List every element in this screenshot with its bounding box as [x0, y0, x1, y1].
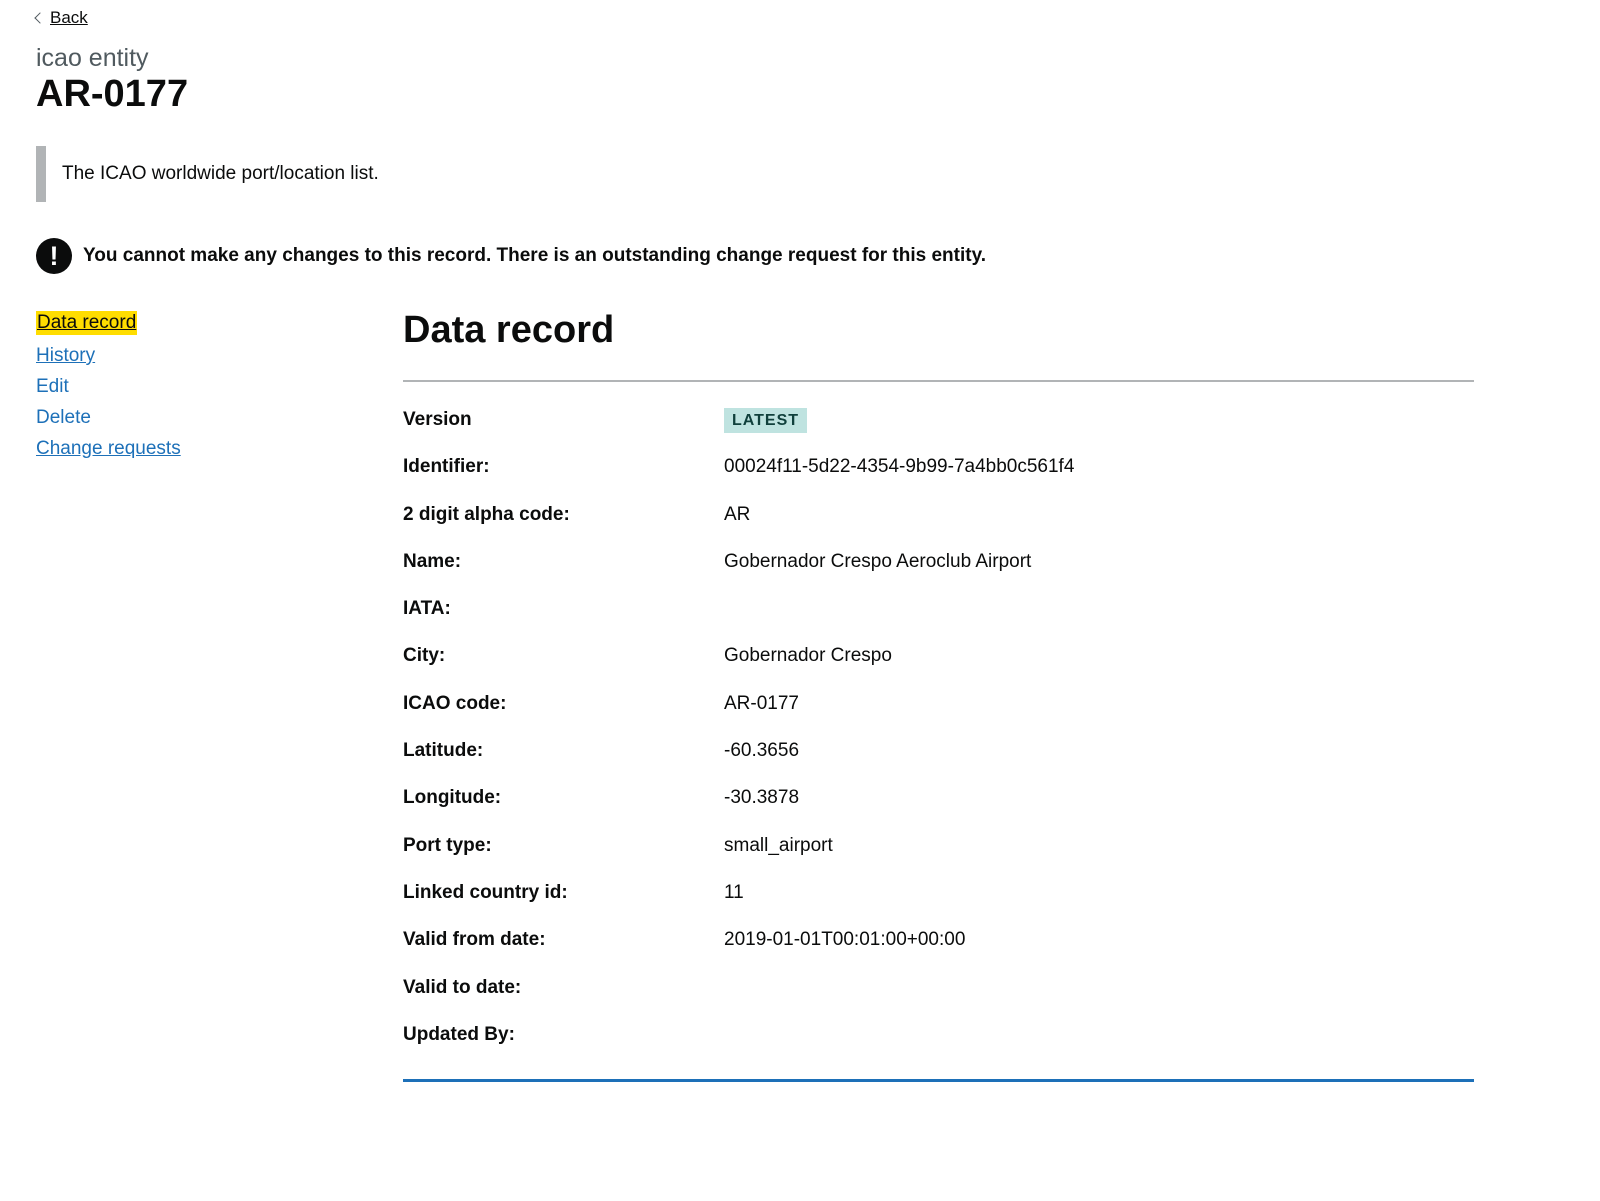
summary-value: -60.3656 — [724, 740, 800, 762]
section-heading: Data record — [403, 309, 615, 351]
summary-value — [724, 598, 1474, 645]
summary-key: Port type: — [403, 834, 492, 856]
chevron-left-icon — [34, 11, 46, 24]
summary-row: Updated By: — [403, 1024, 1474, 1071]
back-link[interactable]: Back — [34, 8, 88, 28]
version-row: Version LATEST — [403, 408, 1474, 456]
section-divider — [403, 380, 1474, 382]
summary-value: 11 — [724, 881, 744, 903]
summary-key: IATA: — [403, 598, 451, 620]
summary-row: Identifier: 00024f11-5d22-4354-9b99-7a4b… — [403, 456, 1474, 503]
summary-value: -30.3878 — [724, 787, 800, 809]
inset-text-content: The ICAO worldwide port/location list. — [62, 163, 379, 184]
summary-key: Valid to date: — [403, 976, 522, 998]
sidebar-item-delete[interactable]: Delete — [36, 402, 91, 433]
summary-key: Longitude: — [403, 787, 502, 809]
version-label: Version — [403, 409, 472, 430]
sidebar-item-history[interactable]: History — [36, 340, 95, 371]
page-title: AR-0177 — [36, 73, 189, 115]
summary-value: 00024f11-5d22-4354-9b99-7a4bb0c561f4 — [724, 456, 1075, 478]
sidebar-item-change-requests[interactable]: Change requests — [36, 433, 181, 464]
data-record-section: Data record Version LATEST Identifier: 0… — [403, 305, 1474, 1083]
exclamation-icon: ! — [36, 238, 72, 274]
page-caption: icao entity — [36, 44, 149, 72]
summary-key: Latitude: — [403, 740, 484, 762]
summary-row: Longitude: -30.3878 — [403, 787, 1474, 834]
status-badge: LATEST — [724, 408, 808, 433]
summary-row: Latitude: -60.3656 — [403, 740, 1474, 787]
inset-text: The ICAO worldwide port/location list. — [36, 146, 379, 202]
summary-row: Valid to date: — [403, 977, 1474, 1024]
summary-key: City: — [403, 645, 446, 667]
summary-key: Identifier: — [403, 456, 490, 478]
summary-value: 2019-01-01T00:01:00+00:00 — [724, 929, 966, 951]
summary-row: City: Gobernador Crespo — [403, 645, 1474, 692]
summary-key: Updated By: — [403, 1023, 515, 1045]
summary-value: Gobernador Crespo — [724, 645, 892, 667]
summary-key: ICAO code: — [403, 692, 507, 714]
summary-row: Linked country id: 11 — [403, 882, 1474, 929]
summary-value — [724, 977, 1474, 1024]
summary-key: Valid from date: — [403, 929, 546, 951]
sidebar-item-data-record[interactable]: Data record — [36, 311, 138, 335]
summary-value: AR — [724, 503, 751, 525]
back-link-label: Back — [50, 8, 88, 27]
summary-value: small_airport — [724, 834, 833, 856]
summary-row: Port type: small_airport — [403, 835, 1474, 882]
summary-key: Linked country id: — [403, 881, 568, 903]
version-value: LATEST — [724, 408, 1474, 456]
summary-row: IATA: — [403, 598, 1474, 645]
page: Back icao entity AR-0177 The ICAO worldw… — [0, 0, 1600, 1201]
warning-message: You cannot make any changes to this reco… — [83, 245, 987, 266]
sidebar-nav: Data record History Edit Delete Change r… — [36, 309, 181, 464]
summary-value: AR-0177 — [724, 692, 799, 714]
summary-row: Valid from date: 2019-01-01T00:01:00+00:… — [403, 929, 1474, 976]
summary-row: Name: Gobernador Crespo Aeroclub Airport — [403, 551, 1474, 598]
summary-key: 2 digit alpha code: — [403, 503, 570, 525]
section-bottom-border — [403, 1079, 1474, 1083]
warning-text: ! You cannot make any changes to this re… — [36, 238, 986, 274]
summary-key: Name: — [403, 550, 462, 572]
summary-value: Gobernador Crespo Aeroclub Airport — [724, 550, 1032, 572]
sidebar-item-edit[interactable]: Edit — [36, 371, 69, 402]
summary-value — [724, 1024, 1474, 1071]
summary-row: 2 digit alpha code: AR — [403, 504, 1474, 551]
summary-row: ICAO code: AR-0177 — [403, 693, 1474, 740]
